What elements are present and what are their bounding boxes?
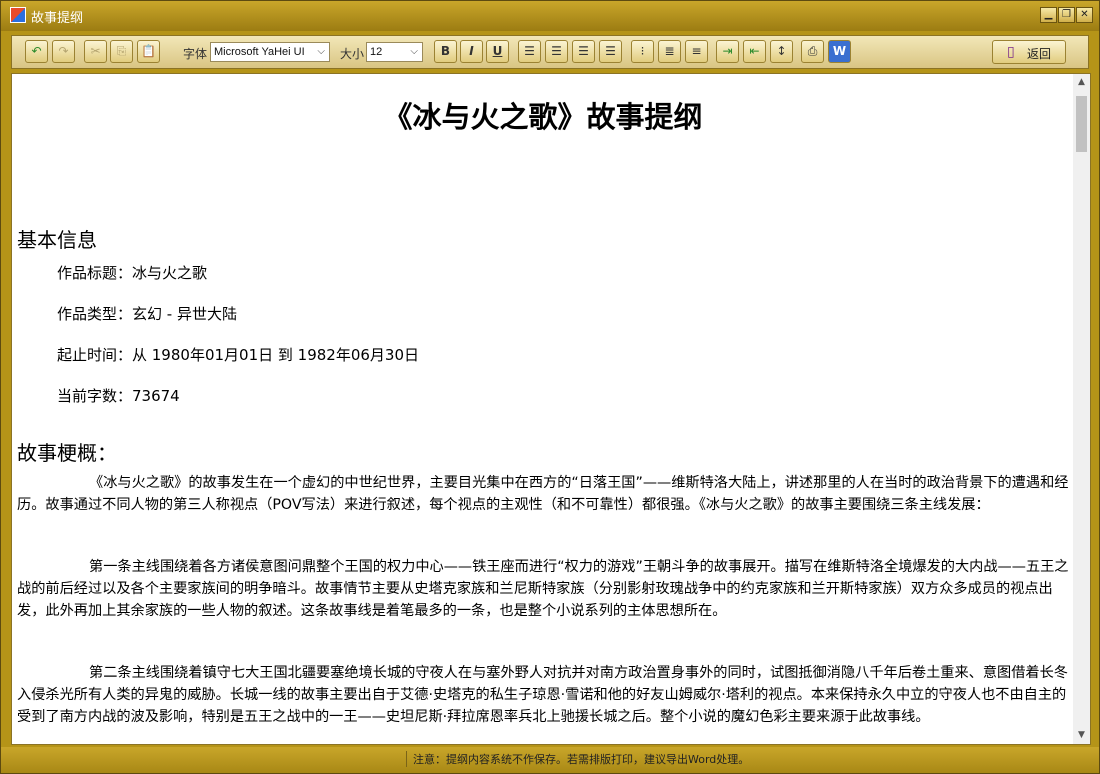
- synopsis-paragraph: 第二条主线围绕着镇守七大王国北疆要塞绝境长城的守夜人在与塞外野人对抗并对南方政治…: [17, 665, 1068, 725]
- underline-icon[interactable]: U: [486, 40, 509, 63]
- italic-icon[interactable]: I: [460, 40, 483, 63]
- status-note: 注意：提纲内容系统不作保存。若需排版打印，建议导出Word处理。: [413, 753, 750, 766]
- word-export-icon[interactable]: W: [828, 40, 851, 63]
- toolbar: ↶ ↷ ✂ ⎘ 📋 字体 Microsoft YaHei UI ⌵ 大小 12 …: [11, 35, 1089, 69]
- minimize-icon[interactable]: ▁: [1040, 7, 1057, 23]
- synopsis-paragraph: 第一条主线围绕着各方诸侯意图问鼎整个王国的权力中心——铁王座而进行“权力的游戏”…: [17, 559, 1069, 619]
- line-spacing-icon[interactable]: ↕: [770, 40, 793, 63]
- info-row-title: 作品标题：冰与火之歌: [57, 264, 208, 282]
- copy-icon[interactable]: ⎘: [110, 40, 133, 63]
- numbered-list-icon[interactable]: ≣: [658, 40, 681, 63]
- vertical-scrollbar[interactable]: ▲ ▼: [1073, 74, 1090, 744]
- editor-area[interactable]: 《冰与火之歌》故事提纲 基本信息 作品标题：冰与火之歌 作品类型：玄幻 - 异世…: [11, 73, 1091, 745]
- window-title: 故事提纲: [31, 10, 84, 25]
- document-title: 《冰与火之歌》故事提纲: [383, 100, 703, 134]
- print-icon[interactable]: ⎙: [801, 40, 824, 63]
- status-divider: [406, 751, 407, 767]
- size-label: 大小: [340, 47, 365, 61]
- scroll-thumb[interactable]: [1076, 96, 1087, 152]
- section-heading-synopsis: 故事梗概：: [17, 441, 117, 465]
- undo-icon[interactable]: ↶: [25, 40, 48, 63]
- app-icon: [10, 7, 26, 23]
- synopsis-paragraph: 《冰与火之歌》的故事发生在一个虚幻的中世纪世界，主要目光集中在西方的“日落王国”…: [17, 475, 1069, 513]
- info-row-time-range: 起止时间：从 1980年01月01日 到 1982年06月30日: [57, 346, 420, 364]
- back-button-label: 返回: [1027, 47, 1052, 61]
- info-row-word-count: 当前字数：73674: [57, 387, 180, 405]
- close-icon[interactable]: ✕: [1076, 7, 1093, 23]
- font-select-value: Microsoft YaHei UI: [214, 46, 305, 58]
- align-justify-icon[interactable]: ☰: [599, 40, 622, 63]
- restore-icon[interactable]: ❐: [1058, 7, 1075, 23]
- align-left-icon[interactable]: ☰: [518, 40, 541, 63]
- font-label: 字体: [183, 47, 208, 61]
- align-center-icon[interactable]: ☰: [545, 40, 568, 63]
- bold-icon[interactable]: B: [434, 40, 457, 63]
- bullet-list-icon[interactable]: ⁝: [631, 40, 654, 63]
- chevron-down-icon: ⌵: [317, 46, 325, 57]
- redo-icon[interactable]: ↷: [52, 40, 75, 63]
- scroll-down-icon[interactable]: ▼: [1073, 727, 1090, 744]
- exit-door-icon: ▯: [1007, 44, 1015, 60]
- indent-increase-icon[interactable]: ⇥: [716, 40, 739, 63]
- info-row-genre: 作品类型：玄幻 - 异世大陆: [57, 305, 237, 323]
- font-select[interactable]: Microsoft YaHei UI ⌵: [210, 42, 330, 62]
- paste-icon[interactable]: 📋: [137, 40, 160, 63]
- scroll-up-icon[interactable]: ▲: [1073, 74, 1090, 91]
- app-window: 故事提纲 ▁ ❐ ✕ ↶ ↷ ✂ ⎘ 📋 字体 Microsoft YaHei …: [0, 0, 1100, 774]
- back-button[interactable]: ▯ 返回: [992, 40, 1066, 64]
- size-select-value: 12: [370, 46, 383, 58]
- cut-icon[interactable]: ✂: [84, 40, 107, 63]
- section-heading-basic-info: 基本信息: [17, 228, 97, 252]
- multilevel-list-icon[interactable]: ≡: [685, 40, 708, 63]
- status-bar: 注意：提纲内容系统不作保存。若需排版打印，建议导出Word处理。: [1, 747, 1099, 773]
- chevron-down-icon: ⌵: [410, 46, 418, 57]
- indent-decrease-icon[interactable]: ⇤: [743, 40, 766, 63]
- align-right-icon[interactable]: ☰: [572, 40, 595, 63]
- title-bar: 故事提纲 ▁ ❐ ✕: [1, 1, 1099, 31]
- size-select[interactable]: 12 ⌵: [366, 42, 423, 62]
